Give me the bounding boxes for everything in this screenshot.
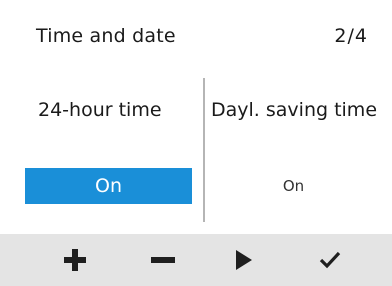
checkmark-icon <box>319 251 341 269</box>
plus-button[interactable] <box>40 234 110 286</box>
plus-icon <box>64 249 86 271</box>
play-icon <box>236 250 252 270</box>
setting-value-24-hour-time[interactable]: On <box>25 168 192 204</box>
setting-label-24-hour-time: 24-hour time <box>38 99 162 121</box>
header: Time and date 2/4 <box>0 0 392 74</box>
minus-button[interactable] <box>128 234 198 286</box>
page-title: Time and date <box>36 25 176 47</box>
setting-label-daylight-saving: Dayl. saving time <box>211 99 378 121</box>
button-bar <box>0 234 392 286</box>
column-divider <box>203 78 205 222</box>
next-button[interactable] <box>209 234 279 286</box>
page-indicator: 2/4 <box>334 25 368 47</box>
minus-icon <box>151 257 175 263</box>
setting-value-daylight-saving[interactable]: On <box>210 168 377 204</box>
confirm-button[interactable] <box>295 234 365 286</box>
